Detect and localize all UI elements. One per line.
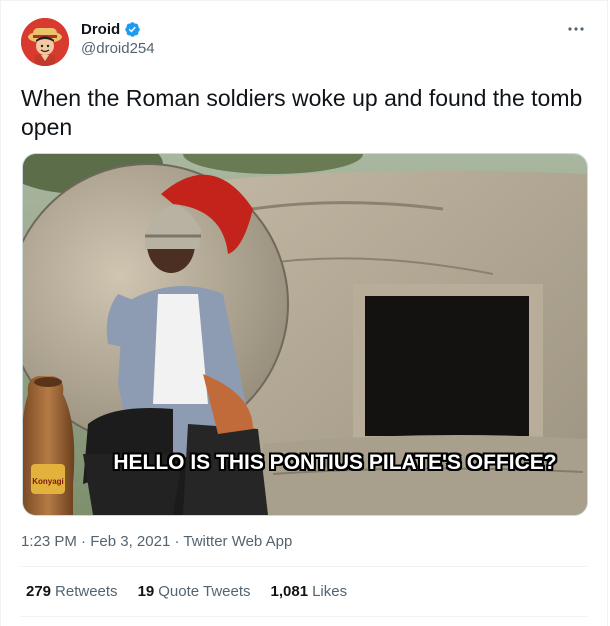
tweet-meta: 1:23 PM · Feb 3, 2021 · Twitter Web App [21, 533, 292, 550]
quote-tweets-stat[interactable]: 19 Quote Tweets [138, 583, 251, 600]
more-horizontal-icon[interactable] [567, 20, 585, 36]
tweet-header: Droid @droid254 [21, 18, 589, 68]
jar-label: Konyagi [32, 477, 64, 486]
quote-count: 19 [137, 583, 155, 600]
tweet-time[interactable]: 1:23 PM [21, 533, 77, 550]
likes-stat[interactable]: 1,081 Likes [271, 583, 348, 600]
display-name[interactable]: Droid [81, 21, 120, 38]
tweet-media-image[interactable]: Konyagi HELLO IS THIS PONTIUS PILATE'S O… [22, 153, 588, 516]
retweets-count: 279 [26, 583, 52, 600]
retweets-label: Retweets [55, 583, 118, 600]
meta-separator: · [174, 533, 180, 550]
likes-count: 1,081 [270, 583, 309, 600]
meta-divider [21, 566, 587, 567]
tweet-source[interactable]: Twitter Web App [183, 533, 292, 550]
avatar[interactable] [21, 18, 69, 66]
quote-label: Quote Tweets [158, 583, 251, 600]
author-names: Droid @droid254 [81, 21, 155, 57]
handle[interactable]: @droid254 [81, 40, 155, 57]
stats-divider [21, 616, 587, 617]
tweet-stats: 279 Retweets 19 Quote Tweets 1,081 Likes [26, 583, 347, 600]
tweet-card: Droid @droid254 When the Roman soldiers … [0, 0, 608, 626]
retweets-stat[interactable]: 279 Retweets [26, 583, 118, 600]
tweet-text: When the Roman soldiers woke up and foun… [21, 85, 583, 140]
verified-badge-icon [124, 21, 141, 38]
top-divider [1, 0, 607, 1]
tweet-date[interactable]: Feb 3, 2021 [90, 533, 170, 550]
likes-label: Likes [312, 583, 348, 600]
meta-separator: · [81, 533, 87, 550]
media-caption: HELLO IS THIS PONTIUS PILATE'S OFFICE? [113, 451, 557, 474]
